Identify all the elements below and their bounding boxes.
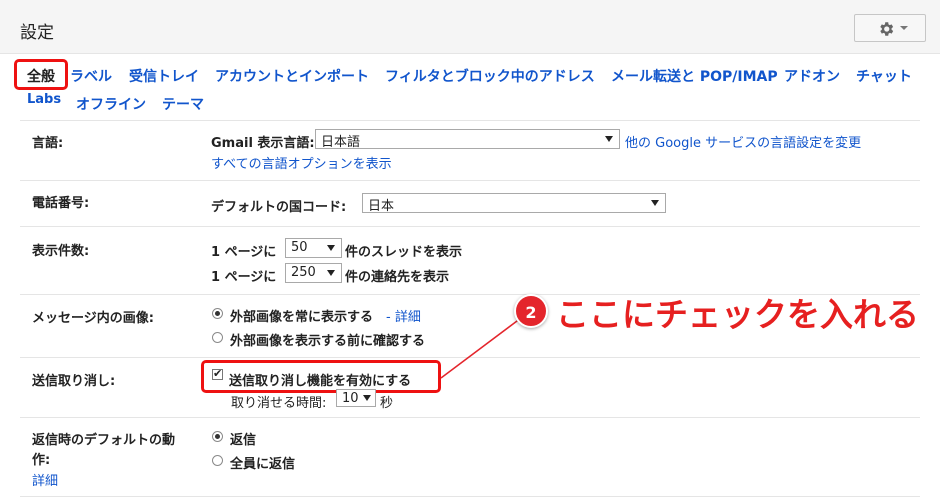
annotation-pointer-line xyxy=(440,317,522,379)
annotation-text: ここにチェックを入れる xyxy=(556,295,919,334)
step-number-badge: 2 xyxy=(514,294,548,328)
